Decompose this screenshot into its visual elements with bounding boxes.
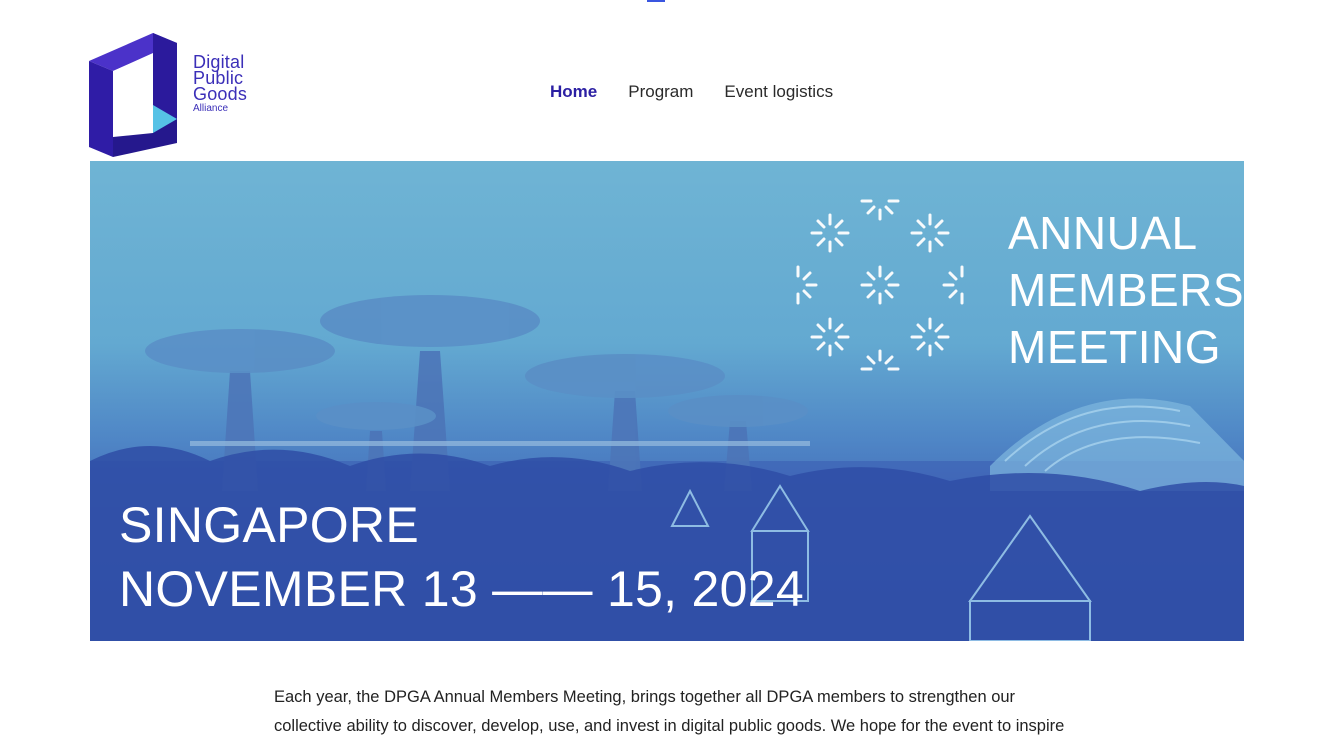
main-nav: Home Program Event logistics	[550, 82, 833, 102]
hero-title: ANNUAL MEMBERS MEETING	[1008, 205, 1244, 376]
hero-location: SINGAPORE	[119, 497, 419, 553]
intro-paragraph: Each year, the DPGA Annual Members Meeti…	[274, 687, 1065, 735]
nav-program[interactable]: Program	[628, 82, 693, 102]
hero-title-line-2: MEMBERS	[1008, 264, 1244, 316]
dpga-logo-link[interactable]: Digital Public Goods Alliance	[89, 33, 259, 157]
nav-event-logistics[interactable]: Event logistics	[724, 82, 833, 102]
nav-home[interactable]: Home	[550, 82, 597, 102]
hero-dates: NOVEMBER 13 —— 15, 2024	[119, 561, 804, 617]
logo-wordmark: Digital Public Goods Alliance	[193, 53, 248, 115]
logo-line-alliance: Alliance	[193, 103, 229, 114]
logo-line-goods: Goods	[193, 84, 248, 104]
top-accent-marker	[647, 0, 665, 2]
dpga-logo-icon	[89, 33, 177, 157]
hero-event-info: SINGAPORE NOVEMBER 13 —— 15, 2024	[119, 493, 804, 621]
hero-title-line-3: MEETING	[1008, 321, 1222, 373]
hero-banner: ANNUAL MEMBERS MEETING SINGAPORE NOVEMBE…	[90, 161, 1244, 641]
hero-title-line-1: ANNUAL	[1008, 207, 1198, 259]
